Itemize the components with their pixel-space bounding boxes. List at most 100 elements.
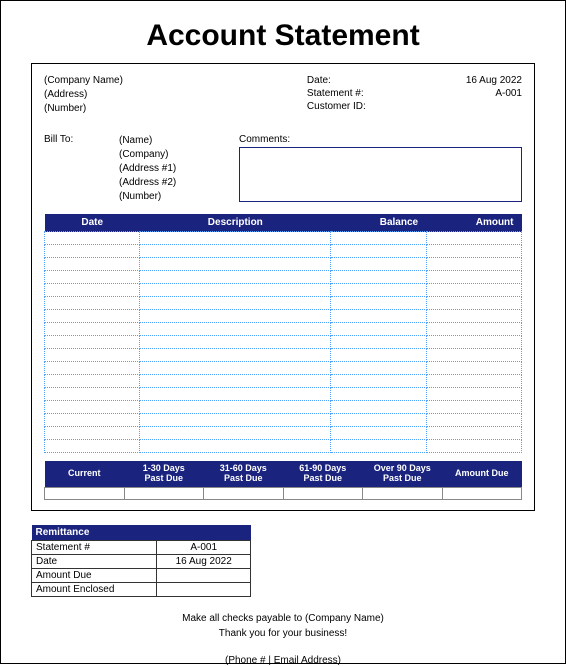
cell-balance (331, 362, 426, 375)
aging-header: Over 90 DaysPast Due (363, 461, 443, 487)
billto-address1: (Address #1) (119, 162, 239, 176)
cell-desc (140, 258, 331, 271)
cell-balance (331, 310, 426, 323)
cell-desc (140, 271, 331, 284)
meta-date-label: Date: (307, 74, 417, 87)
cell-amount (426, 375, 521, 388)
meta-statement-value: A-001 (417, 87, 522, 100)
comments-box[interactable] (239, 147, 522, 202)
cell-date (45, 362, 140, 375)
cell-balance (331, 388, 426, 401)
remit-row: Amount Enclosed (32, 582, 251, 596)
cell-date (45, 284, 140, 297)
cell-balance (331, 297, 426, 310)
aging-cell (442, 487, 522, 499)
cell-balance (331, 336, 426, 349)
remit-value (157, 582, 251, 596)
table-row (45, 232, 522, 245)
aging-cell (124, 487, 204, 499)
cell-balance (331, 375, 426, 388)
cell-desc (140, 310, 331, 323)
cell-date (45, 440, 140, 453)
meta-customer-value (417, 100, 522, 113)
cell-date (45, 310, 140, 323)
cell-date (45, 258, 140, 271)
cell-amount (426, 258, 521, 271)
remit-label: Date (32, 554, 157, 568)
cell-desc (140, 297, 331, 310)
table-row (45, 284, 522, 297)
remit-value: 16 Aug 2022 (157, 554, 251, 568)
cell-amount (426, 401, 521, 414)
statement-frame: (Company Name) (Address) (Number) Date: … (31, 63, 535, 511)
cell-desc (140, 336, 331, 349)
cell-desc (140, 232, 331, 245)
table-row (45, 427, 522, 440)
comments-section: Comments: (239, 134, 522, 204)
billto-fields: (Name) (Company) (Address #1) (Address #… (119, 134, 239, 204)
cell-amount (426, 362, 521, 375)
table-row (45, 362, 522, 375)
cell-desc (140, 440, 331, 453)
cell-balance (331, 258, 426, 271)
table-row (45, 375, 522, 388)
aging-cell (204, 487, 284, 499)
col-date: Date (45, 214, 140, 232)
remit-label: Amount Due (32, 568, 157, 582)
remit-row: Statement #A-001 (32, 540, 251, 554)
aging-header: 1-30 DaysPast Due (124, 461, 204, 487)
cell-date (45, 401, 140, 414)
aging-table: Current1-30 DaysPast Due31-60 DaysPast D… (44, 461, 522, 500)
remit-row: Amount Due (32, 568, 251, 582)
billto-label: Bill To: (44, 134, 119, 204)
cell-desc (140, 388, 331, 401)
cell-amount (426, 336, 521, 349)
cell-desc (140, 245, 331, 258)
cell-balance (331, 232, 426, 245)
table-row (45, 245, 522, 258)
cell-amount (426, 427, 521, 440)
header-section: (Company Name) (Address) (Number) Date: … (44, 74, 522, 116)
table-row (45, 440, 522, 453)
aging-header: Current (45, 461, 125, 487)
billto-number: (Number) (119, 190, 239, 204)
footer-block: Make all checks payable to (Company Name… (31, 611, 535, 641)
meta-block: Date: 16 Aug 2022 Statement #: A-001 Cus… (307, 74, 522, 116)
company-name: (Company Name) (44, 74, 287, 88)
cell-balance (331, 271, 426, 284)
billto-name: (Name) (119, 134, 239, 148)
cell-desc (140, 401, 331, 414)
cell-amount (426, 323, 521, 336)
billto-company: (Company) (119, 148, 239, 162)
table-row (45, 297, 522, 310)
cell-desc (140, 323, 331, 336)
cell-balance (331, 401, 426, 414)
billto-address2: (Address #2) (119, 176, 239, 190)
cell-amount (426, 440, 521, 453)
cell-balance (331, 284, 426, 297)
cell-date (45, 232, 140, 245)
cell-amount (426, 271, 521, 284)
cell-date (45, 375, 140, 388)
transactions-table: Date Description Balance Amount (44, 214, 522, 453)
company-block: (Company Name) (Address) (Number) (44, 74, 287, 116)
cell-desc (140, 427, 331, 440)
aging-cell (45, 487, 125, 499)
col-description: Description (140, 214, 331, 232)
cell-amount (426, 349, 521, 362)
billto-section: Bill To: (Name) (Company) (Address #1) (… (44, 134, 522, 204)
aging-cell (363, 487, 443, 499)
cell-amount (426, 232, 521, 245)
table-row (45, 414, 522, 427)
cell-balance (331, 245, 426, 258)
aging-header: Amount Due (442, 461, 522, 487)
cell-date (45, 323, 140, 336)
cell-desc (140, 362, 331, 375)
aging-header: 61-90 DaysPast Due (283, 461, 363, 487)
remit-label: Statement # (32, 540, 157, 554)
cell-desc (140, 375, 331, 388)
cell-date (45, 349, 140, 362)
col-balance: Balance (331, 214, 426, 232)
company-number: (Number) (44, 102, 287, 116)
cell-amount (426, 297, 521, 310)
